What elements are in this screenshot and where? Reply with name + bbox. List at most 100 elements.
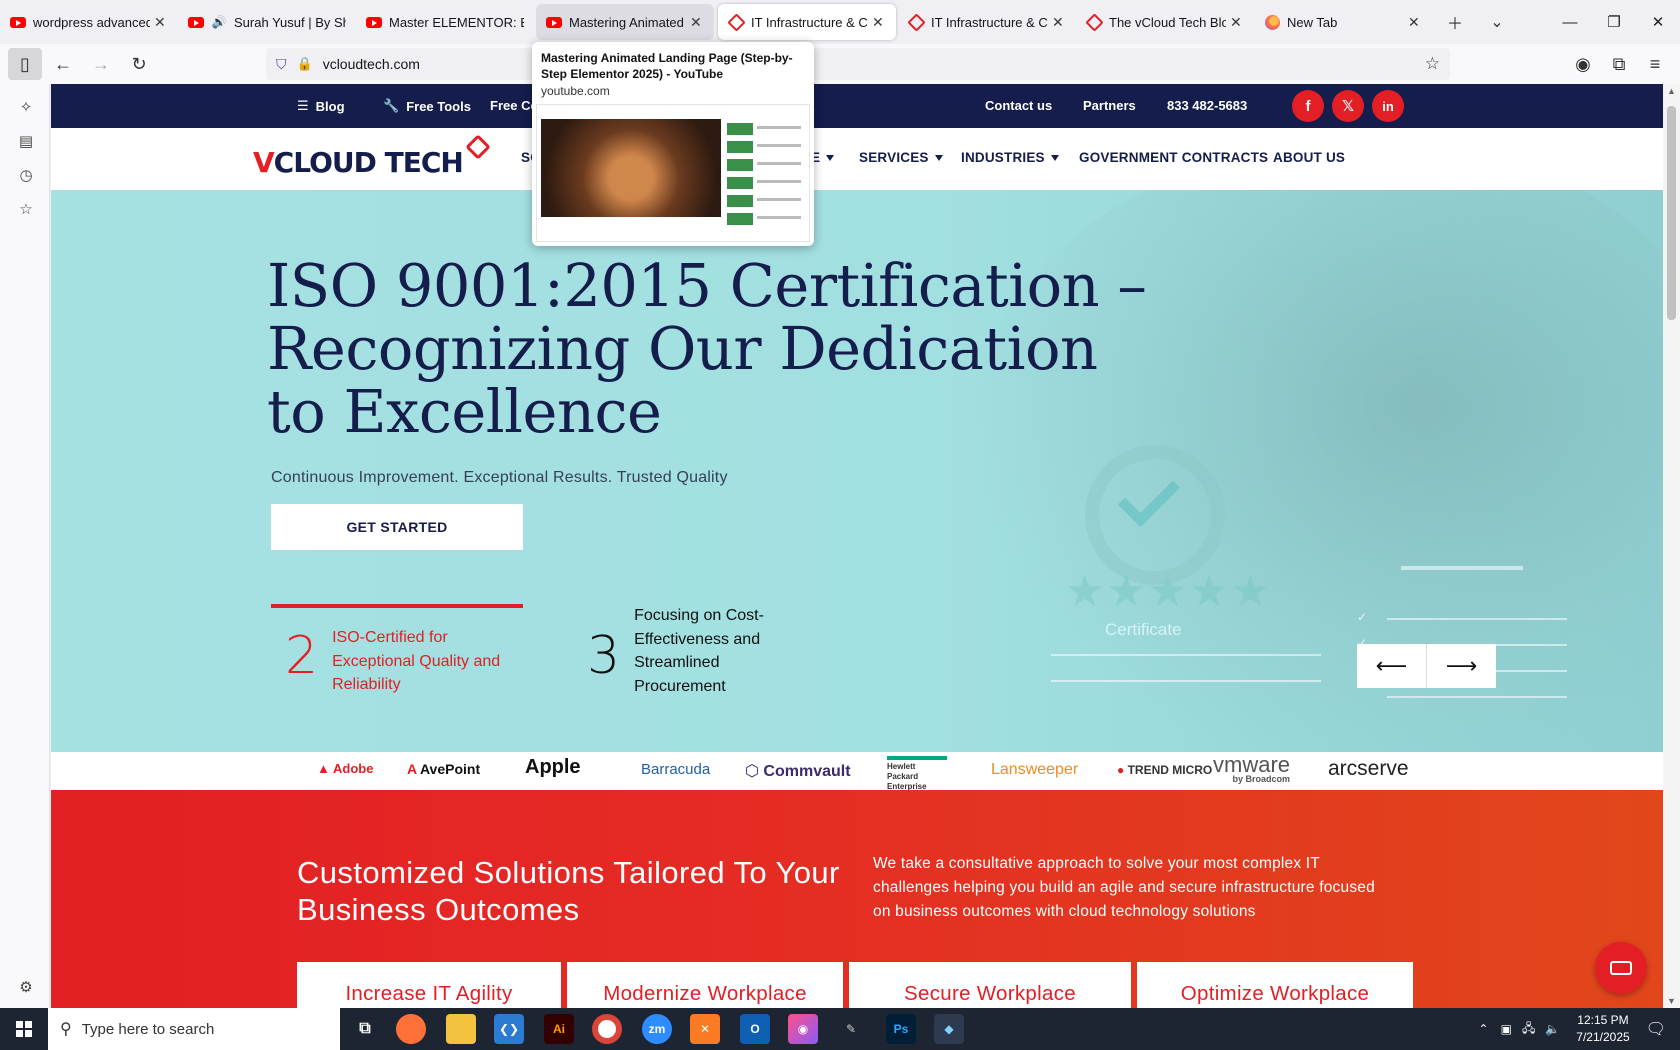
stars-decoration: ★★★★★: [1065, 567, 1273, 616]
pen-tool-icon[interactable]: ✎: [836, 1014, 866, 1044]
firefox-app-icon[interactable]: [396, 1014, 426, 1044]
tab-mastering-animated[interactable]: Mastering Animated L ✕: [536, 4, 714, 40]
bookmarks-star-icon[interactable]: ☆: [16, 200, 36, 220]
bookmark-star-icon[interactable]: ☆: [1425, 54, 1440, 74]
tab-title: Surah Yusuf | By Sh: [234, 14, 346, 30]
close-tab-icon[interactable]: ✕: [1408, 14, 1422, 31]
solutions-section: Customized Solutions Tailored To Your Bu…: [51, 790, 1663, 1008]
adobe-logo: ▲ Adobe: [317, 761, 374, 776]
notification-icon[interactable]: 🗨: [1646, 1019, 1666, 1039]
sidebar-toggle-icon[interactable]: ▯: [8, 48, 42, 80]
chrome-icon[interactable]: [592, 1014, 622, 1044]
stat-2-number: 3: [587, 626, 621, 686]
scroll-down-icon[interactable]: ▼: [1663, 996, 1680, 1006]
lock-icon[interactable]: 🔒: [297, 56, 313, 72]
menu-services[interactable]: SERVICES: [859, 150, 943, 165]
extensions-icon[interactable]: ⧉: [1602, 48, 1636, 80]
illustrator-icon[interactable]: Ai: [544, 1014, 574, 1044]
network-icon[interactable]: 🖧: [1522, 1019, 1535, 1040]
reload-icon[interactable]: ↻: [122, 48, 156, 80]
settings-gear-icon[interactable]: ⚙: [16, 978, 36, 998]
scrollbar-thumb[interactable]: [1667, 106, 1676, 320]
list-tabs-chevron-icon[interactable]: ⌄: [1476, 12, 1518, 32]
blog-link[interactable]: ☰ Blog: [297, 98, 345, 114]
linkedin-icon[interactable]: in: [1372, 90, 1404, 122]
close-tab-icon[interactable]: ✕: [690, 14, 704, 31]
search-icon: ⚲: [60, 1021, 72, 1038]
start-button[interactable]: [0, 1008, 48, 1050]
avepoint-logo: A AvePoint: [407, 761, 481, 777]
tracking-shield-icon[interactable]: ⛉: [276, 56, 287, 73]
close-tab-icon[interactable]: ✕: [872, 14, 886, 31]
close-tab-icon[interactable]: ✕: [154, 14, 168, 31]
page-scrollbar[interactable]: ▲ ▼: [1663, 84, 1680, 1008]
contact-link[interactable]: Contact us: [985, 98, 1052, 113]
free-tools-link[interactable]: 🔧 Free Tools: [383, 98, 471, 114]
tab-wordpress-advanced[interactable]: wordpress advanced ar ✕: [0, 0, 178, 44]
stat-1-number: 2: [285, 626, 319, 686]
partners-link[interactable]: Partners: [1083, 98, 1136, 113]
vcloud-tech-logo[interactable]: VCLOUD TECH: [253, 134, 491, 179]
minimize-icon[interactable]: —: [1548, 14, 1592, 31]
volume-icon[interactable]: 🔈: [1545, 1022, 1560, 1036]
creative-cloud-icon[interactable]: ◉: [788, 1014, 818, 1044]
back-arrow-icon[interactable]: ←: [46, 48, 80, 80]
menu-hamburger-icon[interactable]: ≡: [1638, 48, 1672, 80]
clock[interactable]: 12:15 PM 7/21/2025: [1576, 1012, 1629, 1046]
taskbar-search[interactable]: ⚲ Type here to search: [48, 1008, 340, 1050]
synced-tabs-icon[interactable]: ▤: [16, 132, 36, 152]
account-icon[interactable]: ◉: [1566, 48, 1600, 80]
menu-e[interactable]: E: [811, 150, 835, 165]
wrench-icon: 🔧: [383, 98, 400, 113]
tab-master-elementor[interactable]: Master ELEMENTOR: Bi: [356, 0, 534, 44]
file-explorer-icon[interactable]: [446, 1014, 476, 1044]
ai-sparkle-icon[interactable]: ✧: [16, 98, 36, 118]
close-window-icon[interactable]: ✕: [1636, 13, 1680, 31]
card-modernize-workplace[interactable]: Modernize Workplace: [567, 962, 843, 1008]
speaker-icon[interactable]: 🔊: [211, 14, 227, 30]
active-stat-indicator: [271, 604, 523, 608]
prev-slide-arrow-icon[interactable]: ⟵: [1357, 644, 1426, 688]
menu-industries[interactable]: INDUSTRIES: [961, 150, 1059, 165]
address-bar[interactable]: ⛉ 🔒 vcloudtech.com ☆: [266, 48, 1450, 80]
tab-it-infrastructure[interactable]: IT Infrastructure & Cyb ✕: [898, 0, 1076, 44]
tab-vcloud-blogs[interactable]: The vCloud Tech Blogs ✕: [1076, 0, 1254, 44]
caret-down-icon: [934, 155, 943, 162]
close-tab-icon[interactable]: ✕: [1230, 14, 1244, 31]
chat-button[interactable]: [1595, 942, 1647, 994]
stat-2: 3 Focusing on Cost-Effectiveness and Str…: [587, 604, 790, 698]
scroll-up-icon[interactable]: ▲: [1663, 86, 1680, 96]
forward-arrow-icon[interactable]: →: [84, 48, 118, 80]
vscode-icon[interactable]: ❮❯: [494, 1014, 524, 1044]
tab-surah-yusuf[interactable]: 🔊 Surah Yusuf | By Sh: [178, 0, 356, 44]
x-twitter-icon[interactable]: 𝕏: [1332, 90, 1364, 122]
facebook-icon[interactable]: f: [1292, 90, 1324, 122]
card-increase-it-agility[interactable]: Increase IT Agility: [297, 962, 561, 1008]
outlook-icon[interactable]: O: [740, 1014, 770, 1044]
restore-icon[interactable]: ❐: [1592, 13, 1636, 31]
menu-about-us[interactable]: ABOUT US: [1273, 150, 1345, 165]
close-tab-icon[interactable]: ✕: [1052, 14, 1066, 31]
app-diamond-icon[interactable]: ◆: [934, 1014, 964, 1044]
card-optimize-workplace[interactable]: Optimize Workplace: [1137, 962, 1413, 1008]
stat-1-text: ISO-Certified for Exceptional Quality an…: [332, 629, 501, 693]
tab-it-infrastructure-active[interactable]: IT Infrastructure & Cyb ✕: [718, 4, 896, 40]
card-secure-workplace[interactable]: Secure Workplace: [849, 962, 1131, 1008]
tab-new-tab[interactable]: New Tab ✕: [1254, 0, 1432, 44]
url-text[interactable]: vcloudtech.com: [323, 56, 420, 72]
next-slide-arrow-icon[interactable]: ⟶: [1426, 644, 1496, 688]
zoom-icon[interactable]: zm: [642, 1014, 672, 1044]
history-clock-icon[interactable]: ◷: [16, 166, 36, 186]
task-view-icon[interactable]: ⧉: [350, 1014, 380, 1044]
xampp-icon[interactable]: ✕: [690, 1014, 720, 1044]
phone-link[interactable]: 833 482-5683: [1167, 98, 1247, 113]
tray-chevron-icon[interactable]: ⌃: [1479, 1022, 1489, 1036]
get-started-button[interactable]: GET STARTED: [271, 504, 523, 550]
vcloud-icon: [1084, 12, 1104, 32]
new-tab-plus-icon[interactable]: ＋: [1434, 10, 1476, 34]
tray-app-icon[interactable]: ▣: [1501, 1022, 1512, 1036]
menu-government-contracts[interactable]: GOVERNMENT CONTRACTS: [1079, 150, 1268, 165]
tab-title: Master ELEMENTOR: Bi: [389, 14, 524, 30]
hero-subtitle: Continuous Improvement. Exceptional Resu…: [271, 469, 728, 486]
photoshop-icon[interactable]: Ps: [886, 1014, 916, 1044]
